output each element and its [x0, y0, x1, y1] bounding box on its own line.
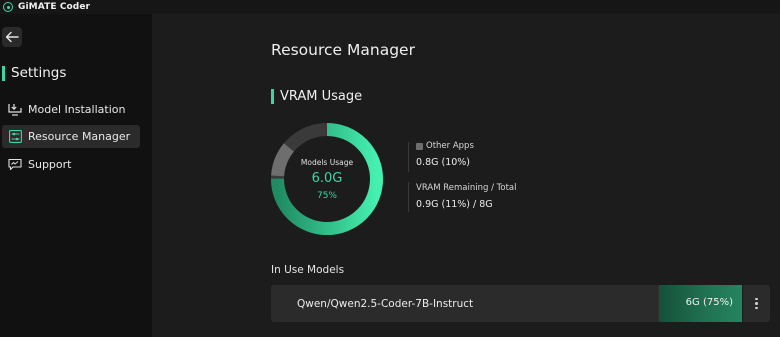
sidebar-item-model-installation[interactable]: Model Installation: [2, 98, 140, 121]
sidebar-item-resource-manager[interactable]: Resource Manager: [2, 125, 140, 148]
heading-accent-bar: [2, 65, 5, 81]
vram-donut-chart: Models Usage 6.0G 75%: [270, 122, 384, 236]
settings-heading-label: Settings: [11, 65, 67, 81]
donut-center-value: 6.0G: [311, 170, 343, 186]
sidebar-item-label: Support: [28, 158, 72, 171]
donut-center-label: Models Usage: [300, 157, 354, 167]
app-logo-icon: [3, 2, 13, 12]
heading-accent-bar: [271, 88, 274, 104]
sidebar: Settings Model Installation Resource Man…: [0, 14, 152, 337]
legend-remaining-value: 0.9G (11%) / 8G: [416, 199, 493, 210]
legend-other-apps-value: 0.8G (10%): [416, 157, 471, 168]
download-monitor-icon: [8, 103, 22, 117]
title-bar: GiMATE Coder: [0, 0, 780, 14]
sidebar-item-label: Resource Manager: [28, 130, 131, 143]
sidebar-item-label: Model Installation: [28, 103, 126, 116]
model-name: Qwen/Qwen2.5-Coder-7B-Instruct: [297, 297, 474, 310]
vram-section-heading: VRAM Usage: [271, 88, 362, 104]
model-row[interactable]: Qwen/Qwen2.5-Coder-7B-Instruct 6G (75%): [271, 285, 770, 322]
donut-center: Models Usage 6.0G 75%: [270, 122, 384, 236]
in-use-models-title: In Use Models: [271, 264, 345, 276]
legend-divider: [408, 182, 409, 212]
model-usage-value: 6G (75%): [685, 297, 733, 308]
other-apps-swatch: [416, 142, 423, 150]
app-title: GiMATE Coder: [18, 2, 91, 12]
legend-other-apps-label: Other Apps: [426, 141, 474, 151]
legend-divider: [408, 142, 409, 172]
donut-center-percent: 75%: [316, 190, 337, 201]
legend-remaining: VRAM Remaining / Total 0.9G (11%) / 8G: [416, 183, 516, 210]
sidebar-item-support[interactable]: Support: [2, 153, 140, 176]
settings-heading: Settings: [2, 65, 66, 81]
main-content: Resource Manager VRAM Usage Models Usage…: [152, 14, 780, 337]
legend-other-apps: Other Apps 0.8G (10%): [416, 141, 474, 168]
support-chat-icon: [8, 158, 22, 172]
arrow-left-icon: [5, 31, 19, 43]
legend-remaining-label: VRAM Remaining / Total: [416, 183, 517, 193]
legend-other-apps-title: Other Apps: [416, 141, 474, 151]
sliders-icon: [8, 130, 22, 144]
more-options-button[interactable]: [742, 285, 770, 322]
vram-section-title: VRAM Usage: [280, 88, 363, 104]
back-button[interactable]: [2, 27, 22, 47]
kebab-menu-icon: [755, 297, 758, 310]
page-title: Resource Manager: [271, 41, 415, 59]
